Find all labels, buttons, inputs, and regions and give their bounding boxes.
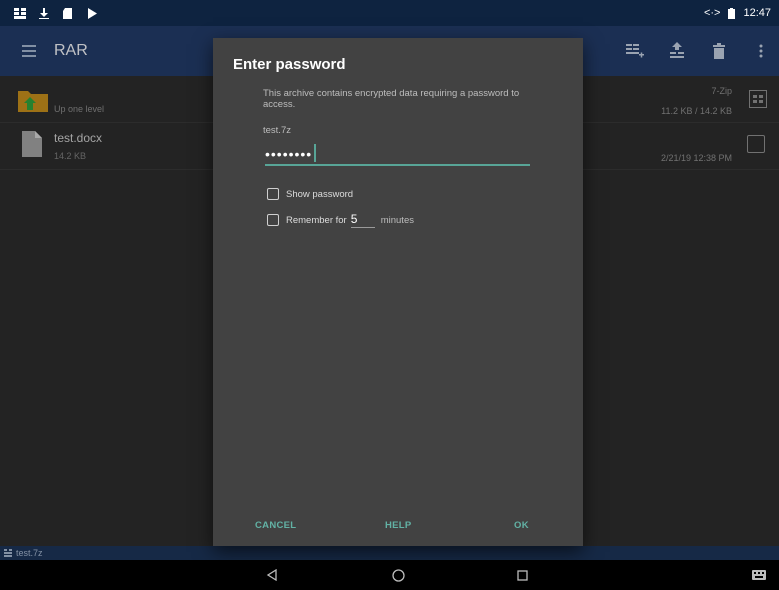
keyboard-button[interactable] [751,567,767,583]
minutes-label: minutes [380,214,414,226]
ok-button[interactable]: OK [514,520,529,531]
home-button[interactable] [390,567,406,583]
password-field[interactable]: •••••••• [265,144,530,166]
battery-icon [728,7,736,19]
remember-option[interactable]: Remember for 5 minutes [267,212,414,228]
remember-minutes-input[interactable]: 5 [350,212,375,228]
status-bar: <·> 12:47 [0,0,779,26]
navigation-bar [0,560,779,590]
remember-checkbox[interactable] [267,214,279,226]
sim-icon [63,7,72,19]
keyboard-icon [752,570,766,580]
home-icon [391,568,405,582]
show-password-checkbox[interactable] [267,188,279,200]
text-caret [314,144,316,162]
password-dialog: Enter password This archive contains enc… [213,38,583,546]
password-value: •••••••• [265,146,313,162]
back-icon [266,569,277,581]
recents-icon [516,569,528,581]
recents-button[interactable] [514,567,530,583]
dialog-title: Enter password [233,56,346,73]
dialog-message: This archive contains encrypted data req… [263,88,520,110]
help-button[interactable]: HELP [385,520,412,531]
download-icon [39,7,49,19]
cancel-button[interactable]: CANCEL [255,520,296,531]
play-store-icon [88,7,97,19]
code-icon: <·> [703,7,721,19]
show-password-label: Show password [286,188,354,200]
archive-name: test.7z [263,125,291,136]
back-button[interactable] [264,567,280,583]
remember-label: Remember for [286,214,347,226]
grid-icon [14,7,26,19]
status-time: 12:47 [743,7,771,19]
show-password-option[interactable]: Show password [267,188,353,200]
